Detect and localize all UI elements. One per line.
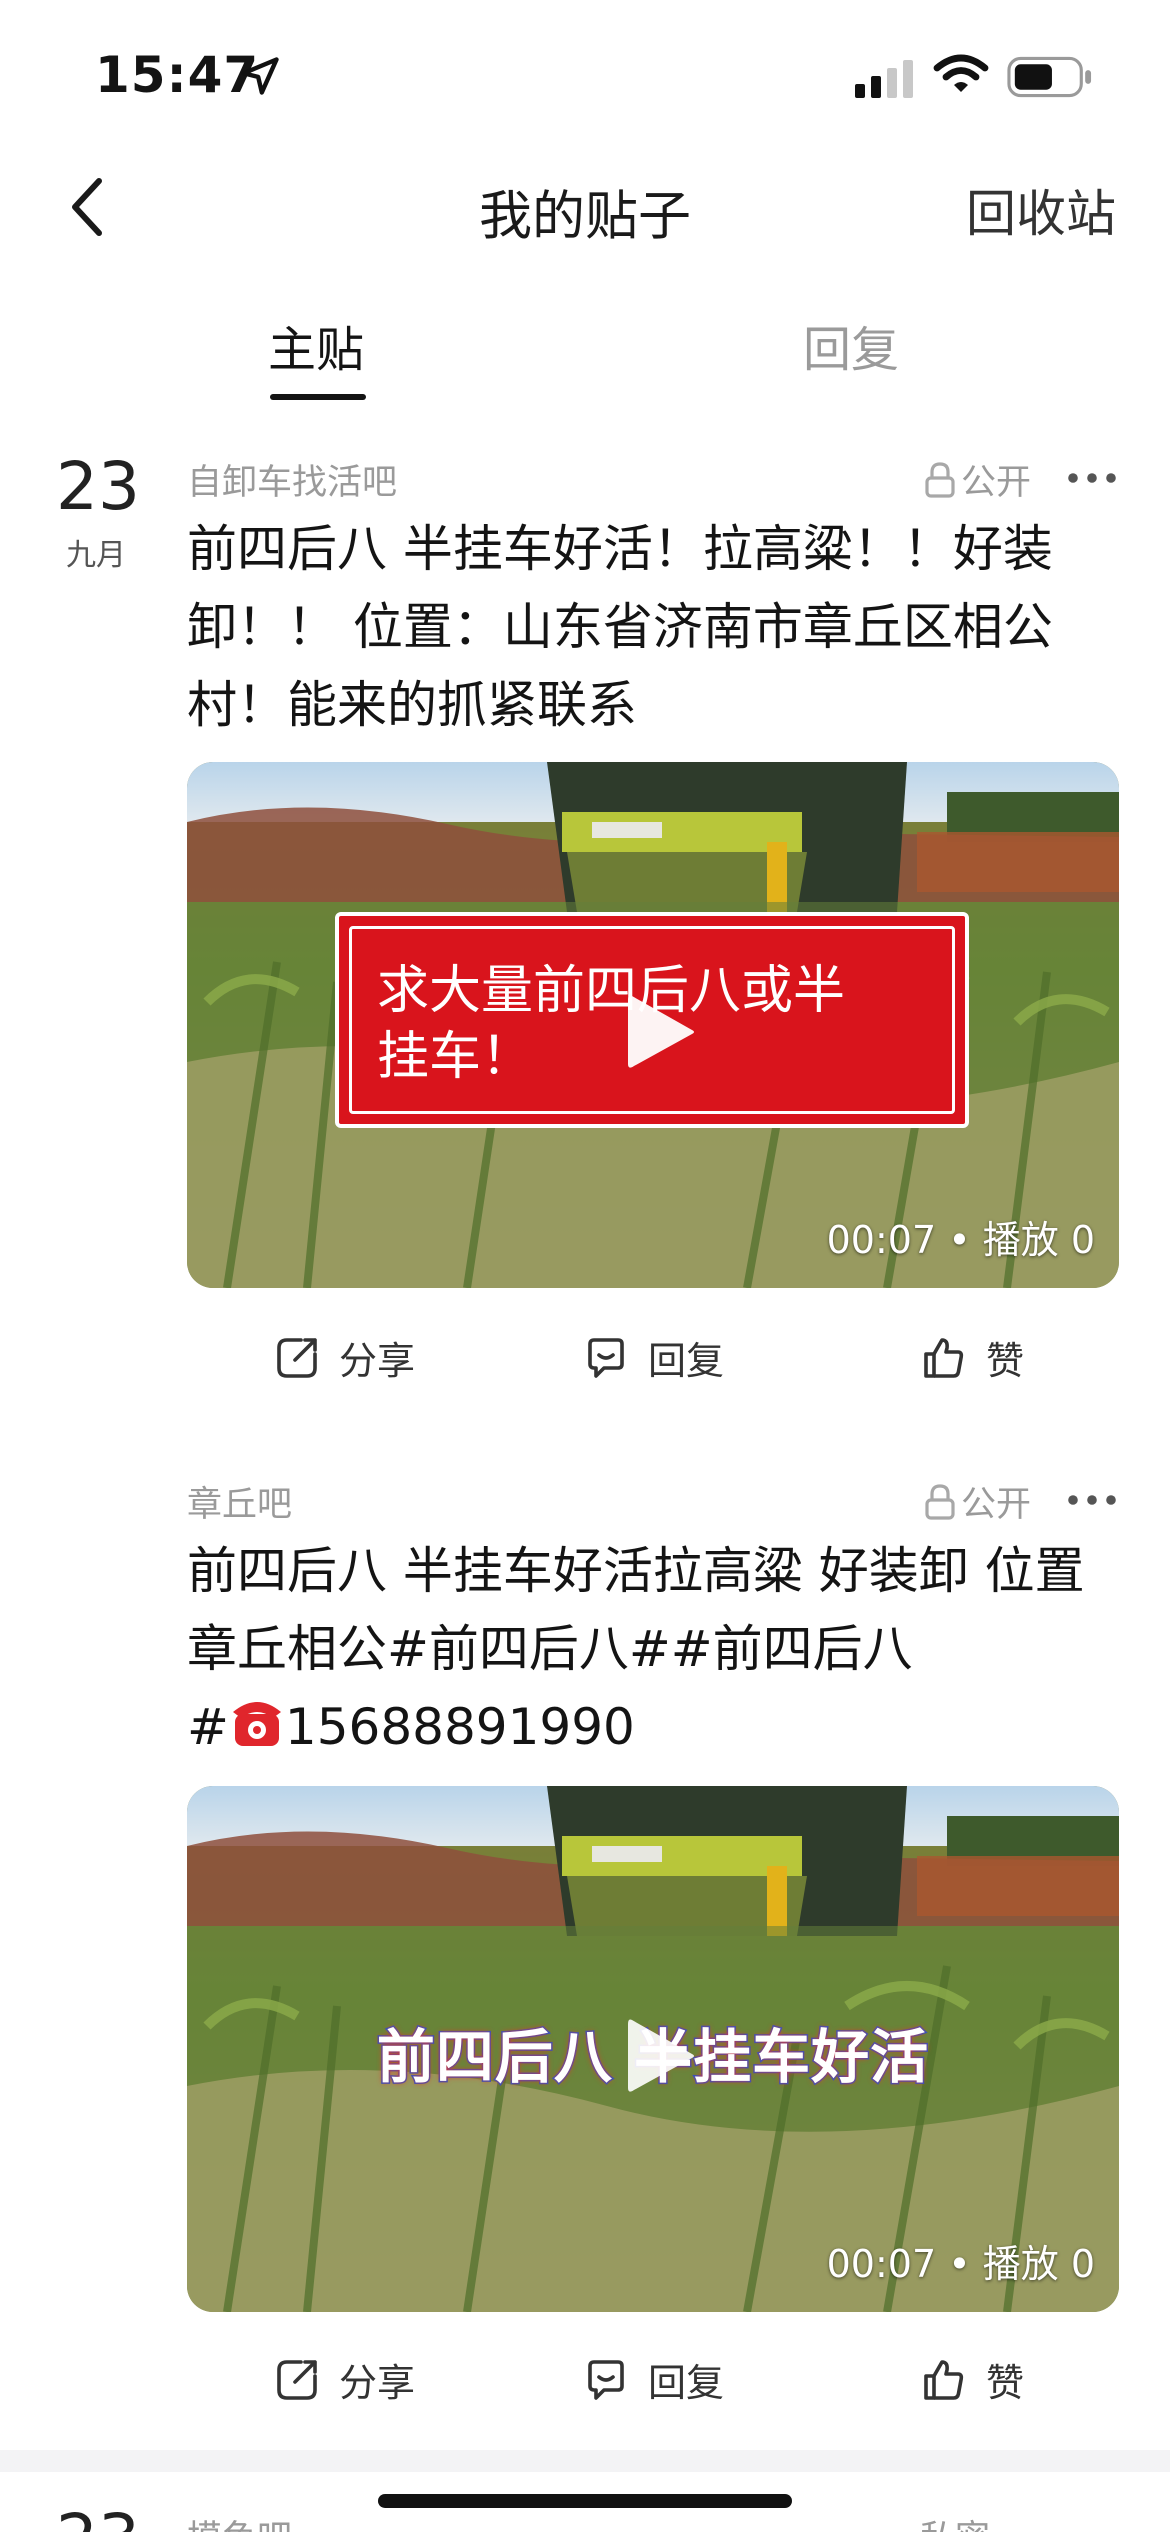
- wifi-icon: [933, 54, 989, 92]
- video-thumbnail[interactable]: 前四后八 半挂车好活 00:07 • 播放 0: [187, 1786, 1119, 2312]
- share-button[interactable]: 分享: [273, 2352, 415, 2407]
- lock-icon: [925, 1483, 955, 1520]
- video-plays: 播放 0: [982, 2242, 1095, 2286]
- play-icon[interactable]: [624, 990, 698, 1074]
- post-text[interactable]: 前四后八 半挂车好活！拉高粱！！好装卸！！ 位置：山东省济南市章丘区相公村！能来…: [187, 510, 1119, 744]
- post-actions: 分享 回复 赞: [187, 2352, 1119, 2422]
- post-card[interactable]: 自卸车找活吧 公开 前四后八 半挂车好活！拉高粱！！好装卸！！ 位置：山东省济南…: [187, 450, 1119, 1410]
- forum-name[interactable]: 章丘吧: [187, 1476, 292, 1527]
- post-card[interactable]: 章丘吧 公开 前四后八 半挂车好活拉高粱 好装卸 位置章丘相公#前四后八##前四…: [187, 1472, 1119, 2412]
- thumbs-up-icon: [924, 1337, 964, 1378]
- share-label: 分享: [339, 1339, 416, 1383]
- reply-label: 回复: [648, 2361, 725, 2405]
- share-icon: [277, 2359, 317, 2400]
- location-arrow-icon: [241, 57, 279, 95]
- visibility-label: 公开: [960, 463, 1031, 503]
- like-label: 赞: [986, 2361, 1025, 2405]
- post-text-body: 前四后八 半挂车好活拉高粱 好装卸 位置章丘相公#前四后八##前四后八: [187, 1542, 1085, 1678]
- video-thumbnail[interactable]: 求大量前四后八或半挂车！ 00:07 • 播放 0: [187, 762, 1119, 1288]
- status-time: 15:47: [95, 46, 260, 104]
- tab-replies[interactable]: 回复: [803, 310, 899, 380]
- visibility-label[interactable]: 私密: [920, 2510, 990, 2532]
- section-divider: [0, 2450, 1170, 2472]
- tab-bar: 主贴 回复: [0, 290, 1170, 410]
- tab-underline: [270, 394, 366, 400]
- meta-separator: •: [948, 2242, 983, 2286]
- signal-icon: [855, 60, 913, 98]
- reply-button[interactable]: 回复: [582, 2352, 724, 2407]
- tab-main-posts[interactable]: 主贴: [268, 310, 364, 380]
- forum-name[interactable]: 自卸车找活吧: [187, 454, 397, 505]
- meta-separator: •: [948, 1218, 983, 1262]
- share-button[interactable]: 分享: [273, 1330, 415, 1385]
- comment-icon: [588, 2359, 624, 2400]
- play-icon[interactable]: [624, 2014, 698, 2098]
- visibility-label: 公开: [960, 1485, 1031, 1525]
- like-button[interactable]: 赞: [920, 2352, 1024, 2407]
- status-bar: 15:47: [0, 0, 1170, 150]
- visibility-toggle[interactable]: 公开: [923, 1476, 1031, 1527]
- phone-number[interactable]: 15688891990: [285, 1698, 635, 1756]
- battery-icon: [1007, 56, 1092, 98]
- reply-button[interactable]: 回复: [582, 1330, 724, 1385]
- post-header: 自卸车找活吧 公开: [187, 450, 1119, 506]
- video-meta: 00:07 • 播放 0: [827, 2233, 1095, 2288]
- date-day: 23: [56, 2500, 140, 2532]
- video-duration: 00:07: [826, 2242, 937, 2286]
- post-text[interactable]: 前四后八 半挂车好活拉高粱 好装卸 位置章丘相公#前四后八##前四后八 # 15…: [187, 1532, 1119, 1766]
- date-month: 九月: [66, 538, 126, 573]
- telephone-icon: [232, 1702, 281, 1746]
- share-icon: [277, 1337, 317, 1378]
- lock-icon: [925, 461, 955, 498]
- visibility-toggle[interactable]: 公开: [923, 454, 1031, 505]
- more-dots-icon[interactable]: [1065, 1480, 1119, 1520]
- thumbs-up-icon: [924, 2359, 964, 2400]
- forum-name[interactable]: 摸鱼吧: [187, 2510, 292, 2532]
- recycle-bin-link[interactable]: 回收站: [966, 174, 1116, 246]
- video-duration: 00:07: [826, 1218, 937, 1262]
- like-button[interactable]: 赞: [920, 1330, 1024, 1385]
- post-header: 章丘吧 公开: [187, 1472, 1119, 1528]
- hashtag-mark: #: [187, 1698, 229, 1756]
- reply-label: 回复: [648, 1339, 725, 1383]
- home-indicator[interactable]: [378, 2494, 792, 2508]
- more-dots-icon[interactable]: [1065, 458, 1119, 498]
- share-label: 分享: [339, 2361, 416, 2405]
- nav-bar: 我的贴子 回收站: [0, 150, 1170, 265]
- like-label: 赞: [986, 1339, 1025, 1383]
- comment-icon: [588, 1337, 624, 1378]
- post-actions: 分享 回复 赞: [187, 1330, 1119, 1400]
- video-meta: 00:07 • 播放 0: [827, 1209, 1095, 1264]
- video-plays: 播放 0: [982, 1218, 1095, 1262]
- date-day: 23: [56, 448, 140, 525]
